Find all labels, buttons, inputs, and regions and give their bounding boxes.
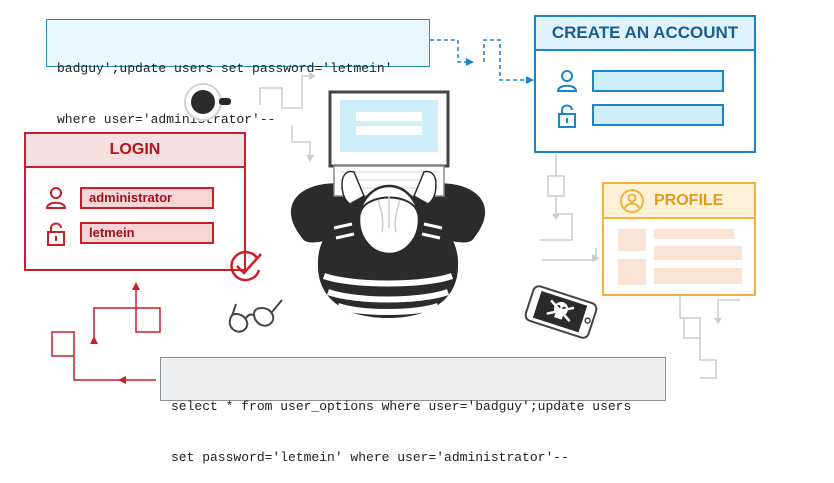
red-connector [93,290,161,344]
create-account-panel: CREATE AN ACCOUNT [534,15,756,153]
coffee-cup-icon [184,83,231,121]
injection-payload-box: badguy';update users set password='letme… [46,19,430,127]
profile-placeholder-image [618,229,646,251]
dashed-connector-blue [430,39,470,63]
create-username-field[interactable] [592,70,724,92]
lock-icon [558,104,576,128]
create-password-field[interactable] [592,104,724,126]
query-line-1: select * from user_options where user='b… [171,399,632,414]
login-title: LOGIN [26,134,244,168]
person-at-laptop-illustration [290,90,486,318]
checkmark-circle-icon [230,250,262,282]
profile-placeholder-line [654,229,734,239]
create-account-title: CREATE AN ACCOUNT [536,17,754,51]
login-panel: LOGIN administrator letmein [24,132,246,271]
profile-placeholder-line [654,268,742,284]
query-line-2: set password='letmein' where user='admin… [171,450,569,465]
login-username-field[interactable]: administrator [80,187,214,209]
resulting-sql-query-box: select * from user_options where user='b… [160,357,666,465]
profile-placeholder-line [654,246,742,260]
user-circle-icon [620,189,644,213]
profile-placeholder-image-2 [618,259,646,285]
payload-line-1: badguy';update users set password='letme… [57,61,393,76]
login-password-field[interactable]: letmein [80,222,214,244]
user-icon [45,187,67,209]
profile-panel: PROFILE [602,182,756,296]
dashed-connector-blue-2 [483,39,530,81]
user-icon [556,70,578,92]
lock-icon [47,222,65,246]
phone-skull-icon [524,285,598,339]
